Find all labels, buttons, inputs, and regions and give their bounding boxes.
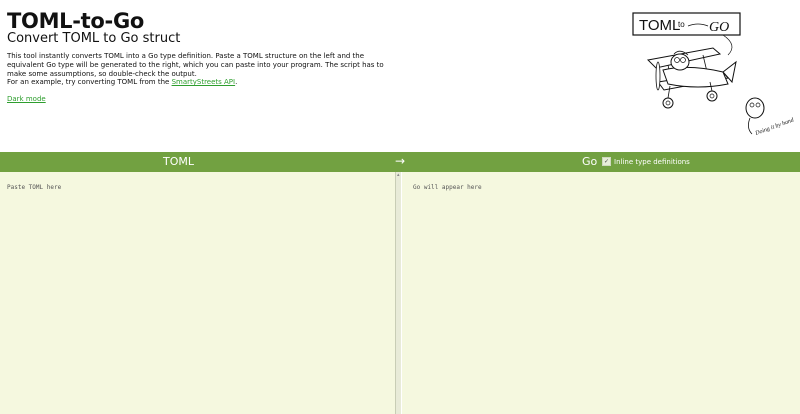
- page-subtitle: Convert TOML to Go struct: [7, 31, 181, 46]
- sign-to-text: to: [678, 20, 685, 29]
- gopher-plane-illustration: TOML to GO Doing it by hand: [632, 12, 796, 137]
- go-output-placeholder: Go will appear here: [413, 184, 482, 191]
- pane-splitter-handle[interactable]: ▴: [396, 172, 401, 414]
- inline-type-definitions-option[interactable]: ✓ Inline type definitions: [602, 157, 690, 166]
- convert-arrow-icon: →: [395, 154, 406, 168]
- dark-mode-link[interactable]: Dark mode: [7, 95, 46, 103]
- splitter-grip-icon: ▴: [397, 172, 400, 178]
- description-text: This tool instantly converts TOML into a…: [7, 52, 384, 79]
- inline-type-definitions-checkbox[interactable]: ✓: [602, 157, 611, 166]
- toml-input-editor[interactable]: Paste TOML here: [0, 172, 396, 414]
- go-pane-label: Go: [582, 155, 598, 168]
- doing-by-hand-caption: Doing it by hand: [754, 117, 796, 137]
- inline-type-definitions-label: Inline type definitions: [614, 157, 690, 166]
- converter-toolbar: TOML → Go ✓ Inline type definitions: [0, 152, 800, 172]
- toml-input-placeholder: Paste TOML here: [7, 184, 62, 191]
- example-prefix: For an example, try converting TOML from…: [7, 78, 172, 86]
- go-output-editor[interactable]: Go will appear here: [402, 172, 800, 414]
- checkmark-icon: ✓: [603, 158, 610, 165]
- sign-toml-text: TOML: [639, 17, 680, 34]
- toml-pane-label: TOML: [163, 155, 194, 168]
- example-suffix: .: [235, 78, 238, 86]
- page-header: TOML-to-Go Convert TOML to Go struct Thi…: [0, 0, 800, 152]
- page-title: TOML-to-Go: [7, 9, 145, 33]
- sign-go-text: GO: [709, 20, 729, 35]
- example-text: For an example, try converting TOML from…: [7, 78, 237, 86]
- smartystreets-api-link[interactable]: SmartyStreets API: [172, 78, 236, 86]
